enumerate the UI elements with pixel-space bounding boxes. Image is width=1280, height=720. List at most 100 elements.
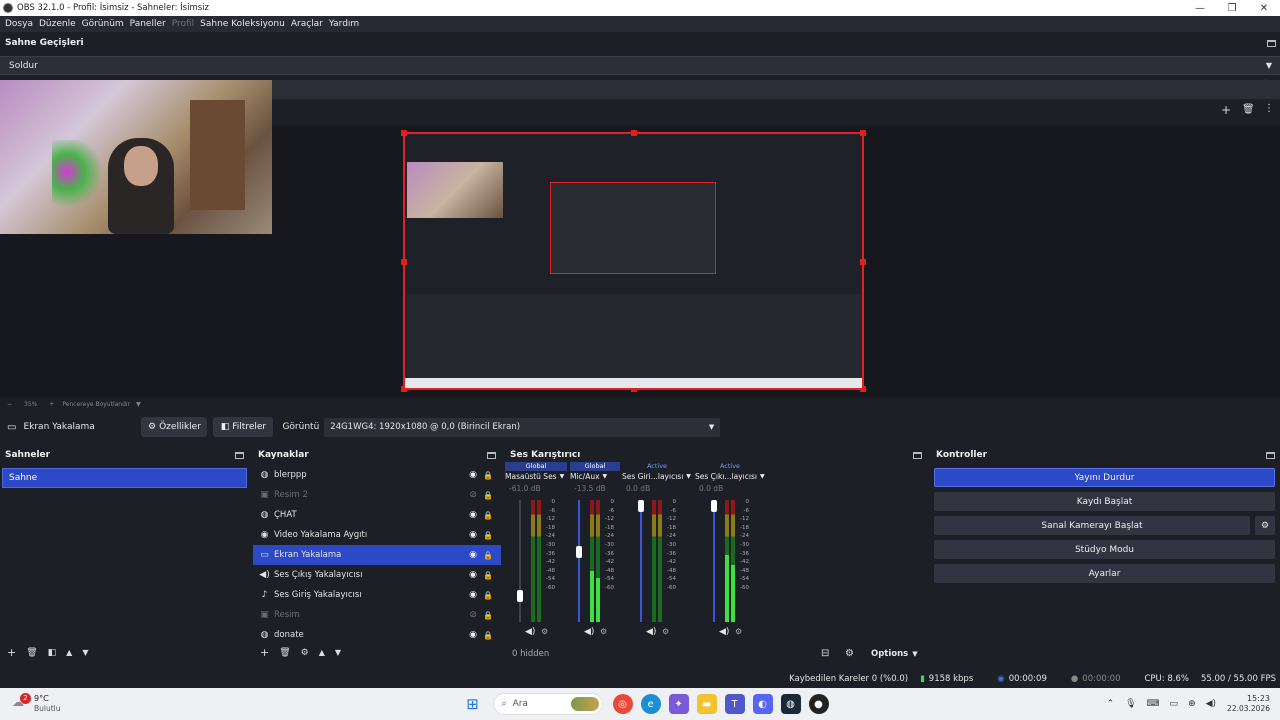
display-icon[interactable]: ▭ [1170, 699, 1179, 709]
lock-icon[interactable]: 🔒 [483, 531, 493, 540]
settings-button[interactable]: Ayarlar [934, 564, 1275, 583]
properties-button[interactable]: ⚙ Özellikler [141, 417, 208, 437]
filter-icon[interactable]: ◧ [48, 648, 57, 658]
volume-fader-knob[interactable] [711, 500, 717, 512]
weather-icon[interactable]: 2 ☁ [12, 693, 31, 713]
resize-handle[interactable] [860, 130, 866, 136]
lock-icon[interactable]: 🔒 [483, 611, 493, 620]
eye-icon[interactable]: ◉ [469, 570, 477, 580]
lock-icon[interactable]: 🔒 [483, 491, 493, 500]
menu-dosya[interactable]: Dosya [5, 19, 33, 29]
trash-icon[interactable]: 🗑 [279, 648, 290, 658]
maximize-button[interactable]: ❐ [1216, 3, 1248, 14]
trash-icon[interactable]: 🗑 [1242, 104, 1255, 115]
mute-speaker-icon[interactable]: ◀) [584, 627, 594, 637]
volume-fader-knob[interactable] [517, 590, 523, 603]
clock[interactable]: 15:23 22.03.2026 [1227, 694, 1270, 714]
volume-icon[interactable]: ◀) [1206, 699, 1216, 709]
copilot-icon[interactable]: ✦ [668, 694, 689, 714]
dock-float-button[interactable] [1266, 451, 1275, 459]
dock-float-button[interactable] [235, 451, 244, 459]
source-item[interactable]: ◉ Video Yakalama Aygıtı ◉ 🔒 [253, 525, 501, 545]
lock-icon[interactable]: 🔒 [483, 551, 493, 560]
chrome-icon[interactable]: ◎ [612, 694, 633, 714]
channel-settings-icon[interactable]: ⚙ [600, 627, 607, 636]
volume-fader-knob[interactable] [638, 500, 644, 512]
gear-icon[interactable]: ⚙ [1255, 516, 1275, 535]
menu-yardim[interactable]: Yardım [329, 19, 359, 29]
lock-icon[interactable]: 🔒 [483, 631, 493, 640]
file-explorer-icon[interactable]: ▬ [696, 694, 717, 714]
windows-start-icon[interactable]: ⊞ [463, 694, 483, 714]
source-item[interactable]: ◍ ÇHAT ◉ 🔒 [253, 505, 501, 525]
obs-taskbar-icon[interactable]: ● [808, 694, 829, 714]
eye-off-icon[interactable]: ⊘ [469, 490, 477, 500]
chevron-up-icon[interactable]: ⌃ [1107, 699, 1115, 709]
menu-paneller[interactable]: Paneller [130, 19, 166, 29]
channel-settings-icon[interactable]: ⚙ [735, 627, 742, 636]
start-virtual-camera-button[interactable]: Sanal Kamerayı Başlat [934, 516, 1250, 535]
volume-fader-track[interactable] [519, 500, 521, 622]
mute-speaker-icon[interactable]: ◀) [525, 627, 535, 637]
chevron-up-icon[interactable]: ▲ [66, 648, 72, 657]
menu-sahne-koleksiyonu[interactable]: Sahne Koleksiyonu [200, 19, 285, 29]
mute-speaker-icon[interactable]: ◀) [646, 627, 656, 637]
filters-button[interactable]: ◧ Filtreler [213, 417, 274, 437]
chevron-down-icon[interactable]: ▼ [335, 648, 341, 657]
lock-icon[interactable]: 🔒 [483, 591, 493, 600]
add-icon[interactable]: + [260, 646, 269, 659]
source-item[interactable]: ♪ Ses Giriş Yakalayıcısı ◉ 🔒 [253, 585, 501, 605]
channel-name[interactable]: Mic/Aux ▼ [570, 471, 620, 483]
source-item[interactable]: ▭ Ekran Yakalama ◉ 🔒 [253, 545, 501, 565]
source-item[interactable]: ▣ Resim 2 ⊘ 🔒 [253, 485, 501, 505]
microphone-icon[interactable]: 🎙 [1125, 699, 1136, 709]
dock-float-button[interactable] [1267, 39, 1276, 47]
menu-duzenle[interactable]: Düzenle [39, 19, 76, 29]
eye-icon[interactable]: ◉ [469, 630, 477, 640]
eye-off-icon[interactable]: ⊘ [469, 610, 477, 620]
volume-fader-track[interactable] [640, 500, 642, 622]
channel-settings-icon[interactable]: ⚙ [662, 627, 669, 636]
resize-handle[interactable] [401, 130, 407, 136]
network-icon[interactable]: ⊕ [1188, 699, 1196, 709]
resize-handle[interactable] [631, 130, 637, 136]
layout-toggle-icon[interactable]: ⊟ [821, 648, 829, 659]
add-icon[interactable]: + [7, 646, 16, 659]
trash-icon[interactable]: 🗑 [26, 648, 37, 658]
keyboard-icon[interactable]: ⌨ [1147, 699, 1160, 709]
eye-icon[interactable]: ◉ [469, 510, 477, 520]
zoom-out-button[interactable]: − [7, 401, 12, 408]
chevron-up-icon[interactable]: ▲ [319, 648, 325, 657]
volume-fader-track[interactable] [713, 500, 715, 622]
zoom-fit-label[interactable]: Pencereye Boyutlandır [62, 401, 130, 408]
gear-icon[interactable]: ⚙ [301, 648, 309, 658]
steam-icon[interactable]: ◍ [780, 694, 801, 714]
source-item[interactable]: ◀) Ses Çıkış Yakalayıcısı ◉ 🔒 [253, 565, 501, 585]
start-recording-button[interactable]: Kaydı Başlat [934, 492, 1275, 511]
studio-mode-button[interactable]: Stüdyo Modu [934, 540, 1275, 559]
channel-name[interactable]: Masaüstü Ses ▼ [505, 471, 567, 483]
add-transition-icon[interactable]: + [1221, 103, 1231, 117]
eye-icon[interactable]: ◉ [469, 550, 477, 560]
transition-select[interactable]: Soldur ▼ [0, 56, 1280, 75]
mixer-settings-icon[interactable]: ⚙ [845, 648, 854, 659]
eye-icon[interactable]: ◉ [469, 470, 477, 480]
taskbar-search[interactable]: ⌕ Ara [492, 693, 603, 715]
zoom-in-button[interactable]: + [49, 401, 54, 408]
teams-icon[interactable]: T [724, 694, 745, 714]
scene-item-sahne[interactable]: Sahne [2, 468, 247, 488]
edge-icon[interactable]: e [640, 694, 661, 714]
eye-icon[interactable]: ◉ [469, 590, 477, 600]
screen-capture-preview[interactable] [401, 130, 866, 392]
source-item[interactable]: ◍ blerppp ◉ 🔒 [253, 465, 501, 485]
display-select[interactable]: 24G1WG4: 1920x1080 @ 0,0 (Birincil Ekran… [324, 417, 721, 437]
lock-icon[interactable]: 🔒 [483, 471, 493, 480]
more-vertical-icon[interactable]: ⋮ [1264, 103, 1274, 114]
volume-fader-knob[interactable] [576, 546, 582, 559]
source-item[interactable]: ▣ Resim ⊘ 🔒 [253, 605, 501, 625]
options-menu-button[interactable]: Options ▼ [871, 649, 918, 659]
volume-fader-track[interactable] [578, 500, 580, 622]
minimize-button[interactable]: — [1184, 3, 1216, 14]
stop-stream-button[interactable]: Yayını Durdur [934, 468, 1275, 487]
lock-icon[interactable]: 🔒 [483, 571, 493, 580]
